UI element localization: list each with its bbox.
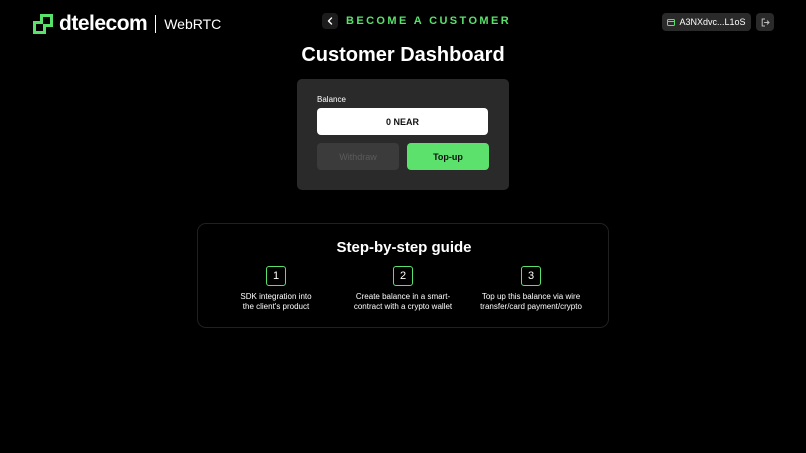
balance-label: Balance xyxy=(317,95,346,104)
step-guide-card: Step-by-step guide 1 SDK integration int… xyxy=(197,223,609,328)
step-text-line: Top up this balance via wire xyxy=(481,292,581,301)
brand-logo[interactable]: dtelecom WebRTC xyxy=(32,12,221,36)
balance-value: 0 NEAR xyxy=(317,108,488,135)
step-description: SDK integration into the client's produc… xyxy=(211,292,341,312)
withdraw-button[interactable]: Withdraw xyxy=(317,143,399,170)
brand-divider xyxy=(155,15,157,33)
step-text-line: contract with a crypto wallet xyxy=(353,302,453,311)
topup-button[interactable]: Top-up xyxy=(407,143,489,170)
wallet-button[interactable]: A3NXdvc...L1oS xyxy=(662,13,751,31)
page-title: Customer Dashboard xyxy=(301,44,505,66)
step-number: 3 xyxy=(521,266,541,286)
logout-icon xyxy=(761,18,770,26)
logout-button[interactable] xyxy=(756,13,774,31)
step-description: Create balance in a smart- contract with… xyxy=(338,292,468,312)
wallet-address: A3NXdvc...L1oS xyxy=(679,17,746,27)
wallet-icon xyxy=(667,18,676,26)
chevron-left-icon xyxy=(327,17,333,25)
top-nav: BECOME A CUSTOMER xyxy=(322,13,511,29)
guide-step-1: 1 SDK integration into the client's prod… xyxy=(211,266,341,312)
balance-card: Balance 0 NEAR Withdraw Top-up xyxy=(297,79,509,190)
step-text-line: Create balance in a smart- xyxy=(355,292,451,301)
guide-title: Step-by-step guide xyxy=(336,239,472,256)
become-customer-link[interactable]: BECOME A CUSTOMER xyxy=(346,15,511,27)
step-number: 1 xyxy=(266,266,286,286)
step-description: Top up this balance via wire transfer/ca… xyxy=(466,292,596,312)
step-text-line: SDK integration into xyxy=(240,292,312,301)
guide-step-2: 2 Create balance in a smart- contract wi… xyxy=(338,266,468,312)
guide-step-3: 3 Top up this balance via wire transfer/… xyxy=(466,266,596,312)
step-number: 2 xyxy=(393,266,413,286)
page: dtelecom WebRTC BECOME A CUSTOMER A3NXdv… xyxy=(0,0,806,453)
back-button[interactable] xyxy=(322,13,338,29)
step-text-line: transfer/card payment/crypto xyxy=(480,302,582,311)
dtelecom-logo-icon xyxy=(33,14,53,34)
step-text-line: the client's product xyxy=(242,302,310,311)
brand-name: dtelecom xyxy=(59,12,148,35)
product-name: WebRTC xyxy=(164,16,222,32)
